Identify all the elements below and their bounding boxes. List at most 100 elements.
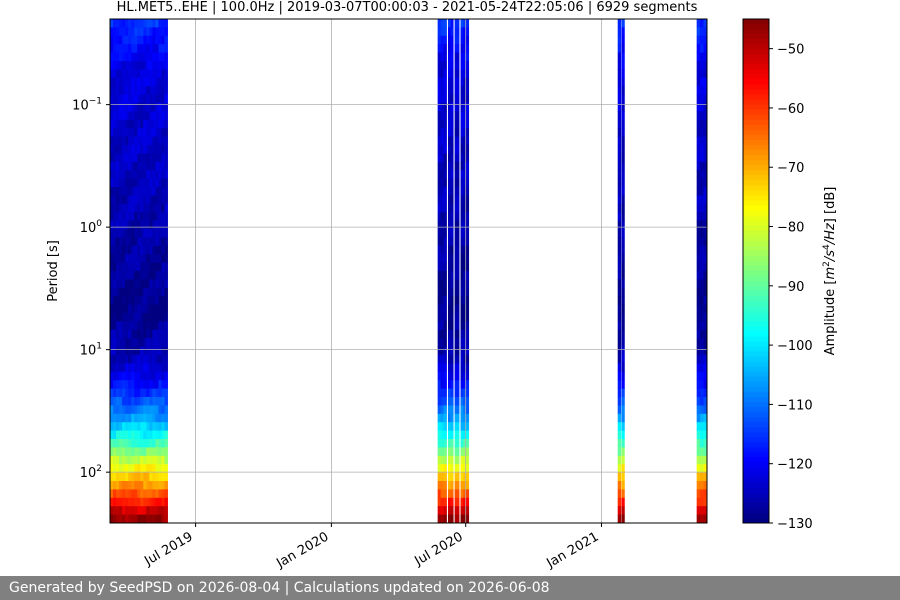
heatmap-cell [110,153,114,163]
heatmap-cell [122,363,126,373]
heatmap-cell [696,279,701,289]
heatmap-cell [158,489,162,499]
heatmap-cell [454,212,460,221]
heatmap-cell [700,388,704,398]
heatmap-cell [696,380,701,389]
heatmap-cell [140,77,144,87]
heatmap-cell [437,346,441,356]
heatmap-cell [134,237,138,247]
heatmap-cell [447,506,451,515]
heatmap-cell [116,321,120,331]
y-tick-label: 100 [80,219,103,236]
heatmap-cell [143,44,147,53]
heatmap-cell [700,422,704,431]
heatmap-cell [617,69,622,79]
heatmap-cell [621,254,625,263]
heatmap-cell [122,170,126,179]
heatmap-cell [164,153,168,163]
heatmap-cell [465,506,470,515]
heatmap-cell [460,439,464,448]
heatmap-cell [149,35,153,45]
heatmap-cell [140,506,144,515]
heatmap-cell [125,380,129,389]
heatmap-cell [447,472,451,482]
heatmap-cell [137,52,141,62]
heatmap-cell [125,271,129,280]
heatmap-cell [149,52,153,62]
heatmap-cell [143,153,147,163]
heatmap-cell [119,279,123,289]
heatmap-cell [700,346,704,356]
heatmap-cell [443,321,447,331]
colorbar-segment [743,336,769,343]
heatmap-cell [437,304,441,314]
heatmap-cell [155,296,159,305]
heatmap-cell [131,321,135,331]
heatmap-cell [152,514,156,524]
heatmap-cell [161,481,165,490]
heatmap-cell [443,229,447,238]
colorbar-segment [743,220,769,227]
heatmap-cell [125,430,129,440]
heatmap-cell [460,27,464,37]
heatmap-cell [454,380,460,389]
heatmap-cell [113,514,117,524]
heatmap-cell [443,338,447,347]
heatmap-cell [143,338,147,347]
heatmap-cell [122,413,126,423]
heatmap-cell [143,355,147,364]
heatmap-cell [454,455,460,465]
heatmap-cell [460,86,464,95]
heatmap-cell [119,111,123,121]
heatmap-cell [137,271,141,280]
colorbar-segment [743,245,769,252]
heatmap-cell [134,52,138,62]
heatmap-cell [143,296,147,305]
heatmap-cell [116,229,120,238]
heatmap-cell [164,136,168,146]
heatmap-cell [149,19,153,28]
heatmap-cell [155,405,159,415]
heatmap-cell [696,287,701,297]
heatmap-cell [152,413,156,423]
heatmap-cell [110,161,114,171]
heatmap-cell [465,405,470,415]
heatmap-cell [131,455,135,465]
heatmap-cell [125,229,129,238]
heatmap-cell [110,44,114,53]
heatmap-cell [143,136,147,146]
heatmap-cell [113,371,117,381]
heatmap-cell [113,77,117,87]
heatmap-cell [125,161,129,171]
heatmap-cell [122,153,126,163]
heatmap-cell [454,111,460,121]
heatmap-cell [454,287,460,297]
heatmap-cell [131,19,135,28]
heatmap-cell [164,296,168,305]
heatmap-cell [161,464,165,473]
heatmap-cell [161,329,165,339]
heatmap-cell [152,355,156,364]
heatmap-cell [146,237,150,247]
heatmap-cell [125,220,129,230]
heatmap-cell [696,178,701,188]
heatmap-cell [110,405,114,415]
heatmap-cell [447,363,451,373]
heatmap-cell [113,296,117,305]
heatmap-cell [465,161,470,171]
colorbar-segment [743,235,769,242]
heatmap-cell [155,380,159,389]
heatmap-cell [437,388,441,398]
heatmap-cell [146,355,150,364]
heatmap-cell [110,136,114,146]
heatmap-cell [149,178,153,188]
heatmap-cell [146,422,150,431]
heatmap-cell [143,497,147,507]
heatmap-cell [440,472,444,482]
heatmap-cell [113,271,117,280]
heatmap-cell [617,229,622,238]
heatmap-cell [161,287,165,297]
heatmap-cell [440,380,444,389]
heatmap-cell [140,455,144,465]
heatmap-cell [125,481,129,490]
